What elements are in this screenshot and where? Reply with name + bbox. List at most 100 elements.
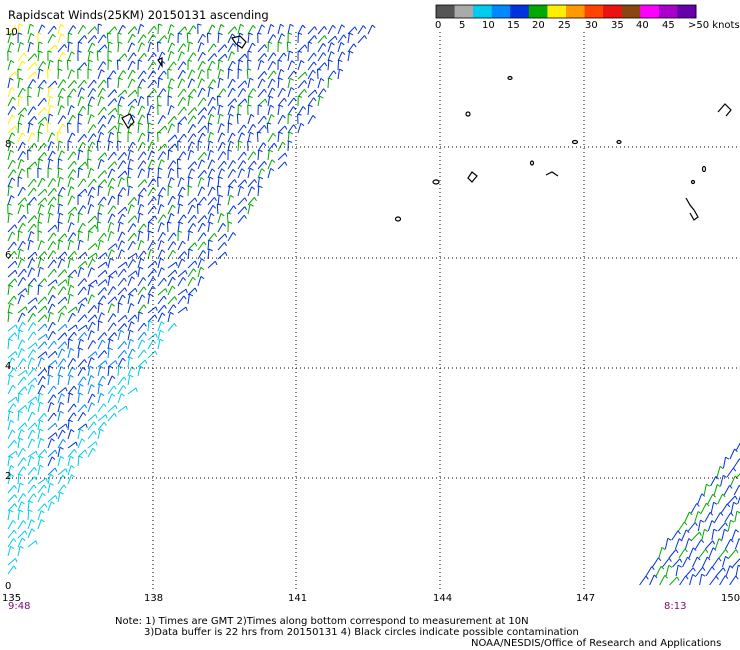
wind-barb	[10, 419, 15, 423]
wind-vector	[719, 575, 726, 586]
wind-vector	[117, 341, 125, 350]
wind-vector	[17, 186, 24, 197]
wind-vector	[717, 493, 723, 505]
wind-vector	[297, 123, 302, 134]
wind-barb	[73, 412, 77, 417]
wind-barb	[208, 239, 213, 243]
wind-vector	[117, 277, 125, 287]
wind-vector	[87, 402, 93, 413]
wind-vector	[724, 512, 732, 523]
wind-vector	[67, 285, 72, 296]
wind-vector	[97, 414, 107, 422]
wind-vector	[47, 259, 55, 269]
wind-barb	[139, 194, 144, 198]
wind-vector	[57, 195, 60, 206]
wind-vector	[227, 160, 234, 170]
wind-barb	[134, 314, 138, 319]
wind-barb	[19, 77, 24, 81]
wind-barb	[118, 104, 123, 107]
wind-vector	[17, 330, 20, 341]
wind-barb	[293, 124, 297, 129]
wind-barb	[105, 261, 108, 267]
wind-barb	[677, 530, 681, 535]
wind-vector	[227, 179, 235, 188]
wind-vector	[187, 197, 196, 206]
wind-vector	[127, 232, 135, 242]
wind-barb	[183, 295, 187, 300]
wind-vector	[147, 150, 153, 161]
wind-barb	[314, 35, 318, 40]
wind-vector	[167, 87, 170, 98]
wind-barb	[143, 151, 147, 156]
wind-barb	[322, 43, 327, 47]
wind-barb	[58, 167, 63, 171]
wind-barb	[33, 367, 37, 372]
wind-barb	[229, 113, 234, 117]
wind-vector	[87, 285, 91, 296]
wind-vector	[207, 159, 213, 170]
wind-barb	[70, 186, 75, 190]
wind-barb	[43, 484, 47, 489]
wind-barb	[209, 140, 214, 144]
wind-barb	[284, 125, 288, 130]
wind-vector	[167, 168, 172, 179]
wind-vector	[247, 78, 251, 89]
wind-vector	[147, 285, 154, 296]
wind-barb	[132, 141, 136, 146]
wind-barb	[113, 385, 117, 390]
wind-barb	[130, 338, 134, 342]
wind-vector	[27, 115, 35, 125]
wind-barb	[210, 114, 215, 118]
wind-vector	[17, 348, 23, 359]
wind-vector	[87, 141, 93, 152]
wind-vector	[67, 465, 72, 476]
wind-barb	[190, 149, 195, 153]
wind-vector	[37, 484, 45, 494]
legend-label-30: 30	[585, 20, 598, 31]
wind-barb	[249, 131, 254, 135]
wind-barb	[10, 302, 14, 306]
wind-barb	[122, 70, 127, 74]
wind-vector	[257, 124, 265, 134]
wind-barb	[313, 97, 317, 102]
wind-vector	[57, 279, 66, 287]
wind-barb	[53, 232, 57, 237]
wind-vector	[147, 159, 153, 170]
wind-barb	[192, 124, 197, 128]
wind-barb	[164, 35, 167, 40]
wind-barb	[279, 104, 284, 108]
wind-barb	[158, 23, 163, 26]
wind-barb	[153, 52, 157, 57]
wind-barb	[43, 97, 47, 102]
wind-vector	[87, 79, 95, 89]
wind-barb	[22, 447, 26, 452]
wind-barb	[229, 185, 234, 189]
wind-vector	[157, 159, 162, 170]
wind-barb	[269, 149, 274, 153]
wind-barb	[10, 195, 15, 199]
wind-vector	[37, 107, 45, 116]
wind-barb	[51, 303, 56, 308]
wind-barb	[155, 333, 158, 338]
wind-vector	[177, 240, 183, 251]
wind-vector	[27, 305, 36, 314]
wind-vector	[87, 321, 93, 332]
legend-swatch	[621, 5, 641, 18]
wind-barb	[252, 42, 256, 47]
wind-vector	[57, 115, 64, 125]
wind-vector	[87, 340, 94, 350]
wind-barb	[158, 77, 163, 81]
wind-vector	[157, 304, 165, 314]
wind-barb	[135, 253, 138, 258]
wind-barb	[103, 196, 107, 201]
wind-vector	[217, 78, 221, 89]
wind-barb	[105, 279, 108, 284]
wind-vector	[137, 231, 141, 242]
wind-barb	[264, 161, 267, 166]
wind-barb	[69, 392, 74, 396]
legend-swatch	[547, 5, 567, 18]
wind-barb	[684, 548, 688, 553]
wind-vector	[157, 249, 163, 260]
wind-barb	[202, 132, 206, 137]
wind-barb	[340, 42, 345, 46]
